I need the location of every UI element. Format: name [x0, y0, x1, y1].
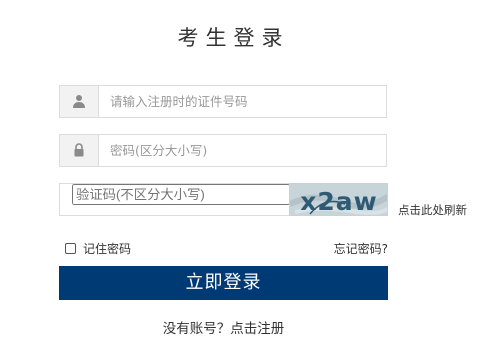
captcha-field-container: [59, 183, 291, 216]
remember-password[interactable]: 记住密码: [65, 240, 131, 256]
captcha-input[interactable]: [72, 184, 290, 205]
remember-checkbox[interactable]: [65, 242, 76, 254]
password-input[interactable]: [110, 135, 380, 166]
password-field-container: [59, 134, 387, 167]
user-icon: [73, 95, 85, 108]
password-icon-box: [60, 135, 99, 166]
lock-icon: [74, 143, 84, 157]
remember-label: 记住密码: [83, 241, 132, 256]
forgot-password-link[interactable]: 忘记密码?: [334, 240, 388, 257]
login-button[interactable]: 立即登录: [59, 266, 388, 300]
captcha-image[interactable]: x2aw: [289, 183, 388, 216]
id-icon-box: [60, 86, 99, 117]
login-page: 考生登录 x2aw 点击此处刷新: [0, 0, 495, 356]
page-title: 考生登录: [177, 26, 290, 50]
register-link[interactable]: 没有账号？点击注册: [0, 317, 447, 337]
refresh-captcha-link[interactable]: 点击此处刷新: [398, 202, 467, 218]
id-number-input[interactable]: [110, 86, 380, 117]
id-number-field-container: [59, 85, 387, 118]
